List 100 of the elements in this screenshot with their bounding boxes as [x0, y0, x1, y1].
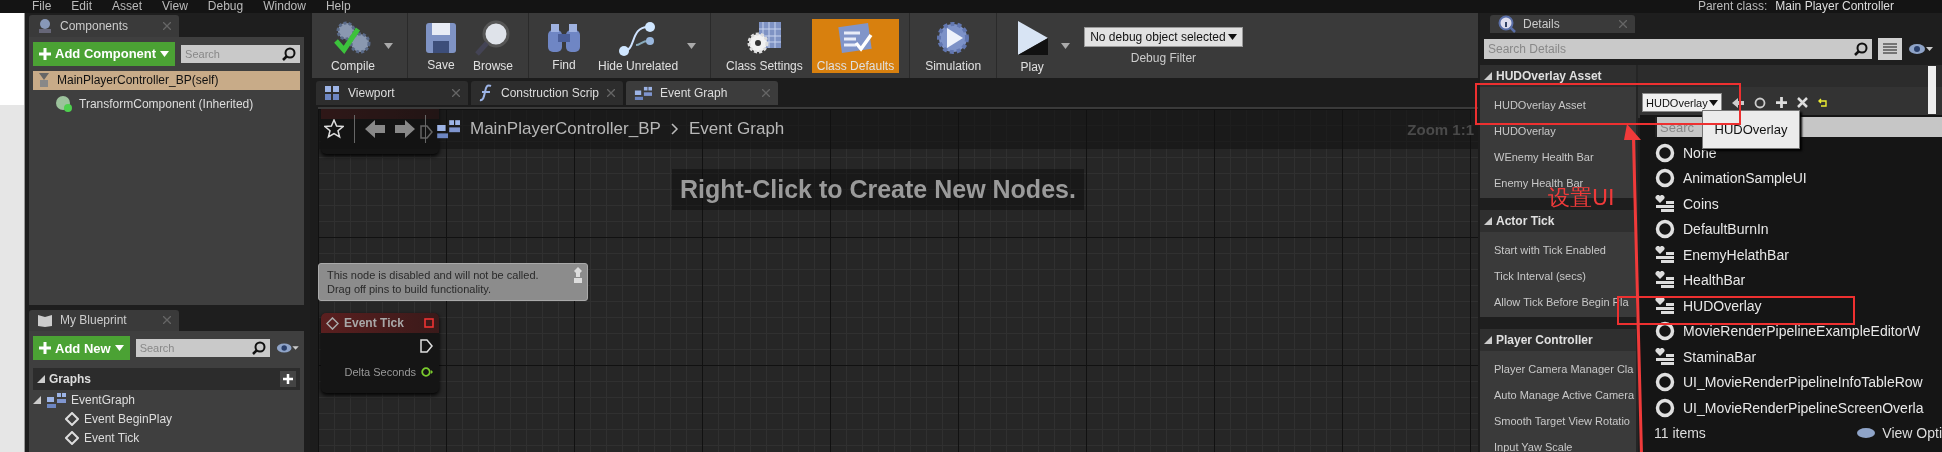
- eye-icon: [1856, 426, 1877, 439]
- picker-list-item[interactable]: HealthBar: [1683, 272, 1746, 289]
- picker-list-item[interactable]: DefaultBurnIn: [1683, 221, 1769, 238]
- graph-node[interactable]: [321, 109, 439, 154]
- expanded-arrow-icon[interactable]: [37, 375, 45, 383]
- toolbar-button[interactable]: Play: [1007, 17, 1058, 74]
- view-options-button[interactable]: View Opti: [1856, 424, 1942, 441]
- grid-view-button[interactable]: [1878, 38, 1902, 60]
- search-field[interactable]: Search: [181, 44, 300, 63]
- property-name: HUDOverlay Asset: [1493, 98, 1587, 113]
- picker-list-item[interactable]: EnemyHelathBar: [1683, 246, 1789, 263]
- document-tab[interactable]: Event Graph: [626, 81, 778, 105]
- diamond-icon: [65, 411, 79, 426]
- picker-list-item[interactable]: UI_MovieRenderPipelineInfoTableRow: [1683, 374, 1923, 391]
- breadcrumb-item[interactable]: Event Graph: [688, 119, 785, 139]
- panel-tab[interactable]: My Blueprint: [29, 309, 179, 331]
- ring-icon: [1655, 168, 1675, 189]
- eye-icon[interactable]: [1908, 43, 1934, 55]
- toolbar-button[interactable]: Simulation: [920, 18, 987, 73]
- panel-tab[interactable]: Details: [1490, 15, 1635, 33]
- forward-arrow-icon[interactable]: [395, 120, 415, 138]
- expanded-arrow-icon[interactable]: [1484, 72, 1492, 80]
- section-header[interactable]: HUDOverlay Asset: [1480, 65, 1636, 87]
- diamond-icon: [326, 316, 339, 330]
- panel-tab[interactable]: Components: [29, 15, 179, 37]
- component-row[interactable]: MainPlayerController_BP(self): [33, 70, 300, 90]
- list-icon: [1883, 43, 1897, 55]
- graph-icon: [46, 391, 66, 408]
- property-name: WEnemy Health Bar: [1493, 150, 1595, 165]
- plus-icon: [283, 374, 293, 384]
- expanded-arrow-icon[interactable]: [1484, 336, 1492, 344]
- event-item[interactable]: Event Tick: [33, 428, 300, 447]
- picker-list-item[interactable]: Coins: [1683, 195, 1719, 212]
- float-pin-icon[interactable]: [421, 367, 433, 377]
- asset-dropdown[interactable]: HUDOverlay: [1642, 93, 1722, 112]
- eye-icon[interactable]: [276, 342, 300, 354]
- menu-item[interactable]: Debug: [207, 0, 244, 13]
- toolbar-button[interactable]: Save: [418, 19, 464, 72]
- search-field[interactable]: Search Details: [1484, 39, 1872, 59]
- controller-icon: [37, 72, 51, 88]
- book-icon: [37, 313, 53, 328]
- tooltip: HUDOverlay: [1702, 110, 1800, 149]
- event-item[interactable]: Event BeginPlay: [33, 409, 300, 428]
- expanded-arrow-icon[interactable]: [1484, 217, 1492, 225]
- section-header[interactable]: Graphs: [33, 368, 300, 390]
- parent-class-label: Parent class:: [1697, 0, 1768, 14]
- plus-icon: [1775, 97, 1787, 108]
- document-tab[interactable]: Viewport: [316, 81, 468, 105]
- section-header[interactable]: Player Controller: [1480, 329, 1636, 351]
- picker-list-item[interactable]: MovieRenderPipelineExampleEditorW: [1683, 323, 1921, 340]
- reset-arrow-icon[interactable]: [1817, 97, 1828, 108]
- star-icon[interactable]: [324, 119, 344, 139]
- component-row[interactable]: TransformComponent (Inherited): [33, 94, 300, 114]
- diamond-icon: [65, 430, 79, 445]
- browse-icon[interactable]: [1753, 96, 1766, 109]
- menu-item[interactable]: Help: [325, 0, 351, 13]
- search-icon: [1854, 42, 1868, 56]
- menu-item[interactable]: Asset: [112, 0, 143, 13]
- debug-object-dropdown[interactable]: No debug object selected: [1084, 26, 1243, 47]
- use-arrow-icon[interactable]: [1731, 96, 1744, 109]
- plus-icon: [39, 342, 51, 354]
- graph-node[interactable]: Event Tick Delta Seconds: [321, 313, 439, 393]
- expanded-arrow-icon[interactable]: [33, 395, 41, 404]
- toolbar-button[interactable]: Class Settings: [721, 18, 808, 73]
- toolbar-button[interactable]: Find: [539, 19, 590, 72]
- ring-icon: [1655, 321, 1675, 342]
- menu-item[interactable]: View: [162, 0, 188, 13]
- menu-item[interactable]: Edit: [71, 0, 93, 13]
- graph-item[interactable]: EventGraph: [33, 390, 300, 409]
- exec-pin-icon[interactable]: [420, 339, 433, 353]
- toolbar-button[interactable]: Compile: [326, 18, 380, 73]
- picker-list-item[interactable]: AnimationSampleUI: [1683, 170, 1807, 187]
- toolbar-button[interactable]: Browse: [468, 18, 519, 73]
- property-name: Tick Interval (secs): [1493, 269, 1587, 284]
- property-name: Auto Manage Active Camera: [1493, 388, 1636, 403]
- node-title: Event Tick: [344, 316, 405, 330]
- document-tab[interactable]: Construction Scrip: [471, 81, 623, 105]
- clear-icon[interactable]: [1796, 97, 1808, 108]
- section-header[interactable]: Actor Tick: [1480, 210, 1636, 232]
- picker-list-item[interactable]: UI_MovieRenderPipelineScreenOverla: [1683, 399, 1924, 416]
- caret-icon: [160, 50, 170, 57]
- close-icon[interactable]: [607, 89, 615, 97]
- section-title: Graphs: [49, 372, 91, 386]
- add-graph-button[interactable]: [280, 371, 296, 387]
- back-arrow-icon[interactable]: [365, 120, 385, 138]
- picker-list-item[interactable]: StaminaBar: [1683, 348, 1757, 365]
- picker-list-item[interactable]: HUDOverlay: [1683, 297, 1762, 314]
- caret-icon: [687, 42, 697, 49]
- plus-icon: [39, 47, 51, 60]
- comment-bubble: This node is disabled and will not be called. Drag off pins to build functionality.: [318, 263, 588, 301]
- heart-bar-icon: [1655, 194, 1675, 213]
- search-field[interactable]: Search: [135, 339, 271, 357]
- menu-item[interactable]: Window: [263, 0, 306, 13]
- ring-icon: [1655, 142, 1675, 163]
- close-icon[interactable]: [452, 89, 460, 97]
- property-name: Start with Tick Enabled: [1493, 243, 1607, 258]
- toolbar-button[interactable]: Hide Unrelated: [593, 18, 684, 73]
- menu-item[interactable]: File: [32, 0, 52, 13]
- scrollbar[interactable]: [1928, 66, 1936, 114]
- breadcrumb-item[interactable]: MainPlayerController_BP: [470, 119, 661, 139]
